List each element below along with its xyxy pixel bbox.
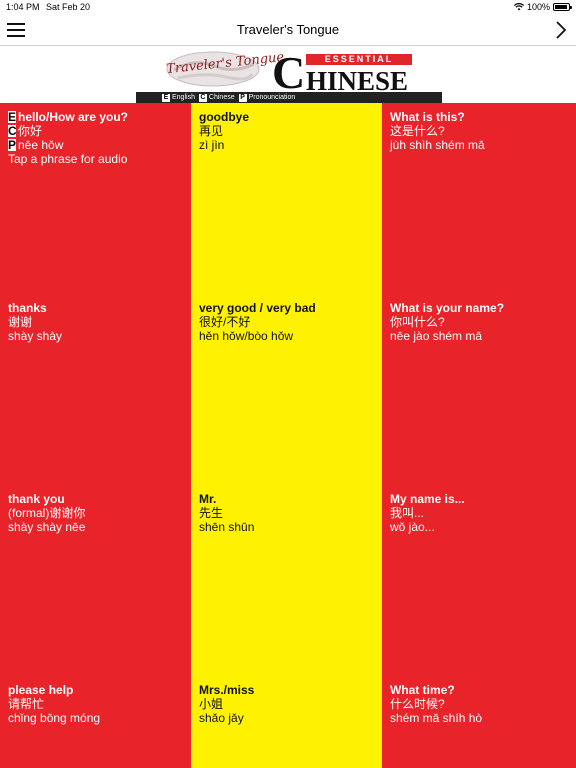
phrase-pronunciation: shǎo jǎy bbox=[199, 711, 244, 725]
phrase-chinese: 什么时候? bbox=[390, 697, 445, 711]
status-bar: 1:04 PM Sat Feb 20 100% bbox=[0, 0, 576, 14]
phrase-cell-hello[interactable]: Ehello/How are you? C你好 Pnēe hǒw Tap a p… bbox=[0, 103, 191, 294]
legend-label: Chinese bbox=[208, 94, 235, 101]
phrase-pronunciation: zì jìn bbox=[199, 138, 225, 152]
phrase-cell-please-help[interactable]: please help 请帮忙 chǐng bōng móng bbox=[0, 676, 191, 768]
legend-key: C bbox=[198, 94, 207, 102]
phrase-cell-my-name[interactable]: My name is... 我叫... wǒ jào... bbox=[382, 485, 576, 676]
pronunciation-key: P bbox=[8, 138, 17, 152]
phrase-english: thanks bbox=[8, 301, 47, 315]
phrase-pronunciation: wǒ jào... bbox=[390, 520, 435, 534]
phrase-english: very good / very bad bbox=[199, 301, 316, 315]
phrase-english: What is your name? bbox=[390, 301, 505, 315]
status-time: 1:04 PM bbox=[6, 2, 40, 12]
status-date: Sat Feb 20 bbox=[46, 2, 91, 12]
logo-essential: ESSENTIAL bbox=[306, 54, 412, 65]
phrase-cell-what-time[interactable]: What time? 什么时候? shém mā shíh hò bbox=[382, 676, 576, 768]
phrase-english: Mrs./miss bbox=[199, 683, 255, 697]
phrase-chinese: 我叫... bbox=[390, 506, 425, 520]
phrase-pronunciation: shày shày bbox=[8, 329, 63, 343]
phrase-grid: Ehello/How are you? C你好 Pnēe hǒw Tap a p… bbox=[0, 103, 576, 768]
page-title: Traveler's Tongue bbox=[236, 22, 340, 37]
phrase-cell-thanks[interactable]: thanks 谢谢 shày shày bbox=[0, 294, 191, 485]
phrase-cell-what-is-this[interactable]: What is this? 这是什么? jùh shìh shém mā bbox=[382, 103, 576, 294]
phrase-english: hello/How are you? bbox=[18, 110, 129, 124]
phrase-english: What is this? bbox=[390, 110, 465, 124]
phrase-cell-mrs-miss[interactable]: Mrs./miss 小姐 shǎo jǎy bbox=[191, 676, 382, 768]
phrase-cell-goodbye[interactable]: goodbye 再见 zì jìn bbox=[191, 103, 382, 294]
phrase-english: goodbye bbox=[199, 110, 249, 124]
phrase-chinese: (formal)谢谢你 bbox=[8, 506, 86, 520]
legend-bar: E English C Chinese P Pronounciation bbox=[136, 92, 442, 103]
phrase-english: please help bbox=[8, 683, 74, 697]
battery-icon bbox=[553, 3, 572, 11]
phrase-cell-mr[interactable]: Mr. 先生 shēn shūn bbox=[191, 485, 382, 676]
english-key: E bbox=[8, 110, 17, 124]
phrase-chinese: 谢谢 bbox=[8, 315, 33, 329]
phrase-english: My name is... bbox=[390, 492, 465, 506]
legend-key: E bbox=[162, 94, 170, 102]
phrase-pronunciation: nēe hǒw bbox=[18, 138, 64, 152]
phrase-english: What time? bbox=[390, 683, 455, 697]
phrase-chinese: 再见 bbox=[199, 124, 224, 138]
chevron-right-icon[interactable] bbox=[554, 20, 568, 40]
wifi-icon bbox=[513, 3, 524, 11]
legend-key: P bbox=[238, 94, 247, 102]
logo-big-c: C bbox=[272, 47, 306, 98]
phrase-cell-very-good[interactable]: very good / very bad 很好/不好 hěn hǒw/bòo h… bbox=[191, 294, 382, 485]
phrase-pronunciation: jùh shìh shém mā bbox=[390, 138, 485, 152]
phrase-chinese: 你好 bbox=[18, 124, 43, 138]
phrase-chinese: 你叫什么? bbox=[390, 315, 445, 329]
logo-hinese: HINESE bbox=[306, 66, 409, 96]
phrase-pronunciation: hěn hǒw/bòo hǒw bbox=[199, 329, 294, 343]
audio-hint: Tap a phrase for audio bbox=[8, 152, 128, 166]
phrase-cell-thank-you[interactable]: thank you (formal)谢谢你 shày shày nēe bbox=[0, 485, 191, 676]
phrase-chinese: 请帮忙 bbox=[8, 697, 45, 711]
chinese-key: C bbox=[8, 124, 17, 138]
phrase-cell-your-name[interactable]: What is your name? 你叫什么? nēe jào shém mā bbox=[382, 294, 576, 485]
phrase-chinese: 很好/不好 bbox=[199, 315, 251, 329]
status-right: 100% bbox=[513, 2, 572, 12]
phrase-pronunciation: shày shày nēe bbox=[8, 520, 86, 534]
legend-label: English bbox=[172, 94, 195, 101]
phrase-pronunciation: chǐng bōng móng bbox=[8, 711, 101, 725]
phrase-chinese: 这是什么? bbox=[390, 124, 445, 138]
phrase-english: Mr. bbox=[199, 492, 217, 506]
phrase-pronunciation: nēe jào shém mā bbox=[390, 329, 483, 343]
phrase-english: thank you bbox=[8, 492, 65, 506]
phrase-pronunciation: shēn shūn bbox=[199, 520, 255, 534]
banner-logo: Traveler's Tongue C ESSENTIAL HINESE E En… bbox=[136, 46, 442, 103]
battery-percent: 100% bbox=[526, 2, 550, 12]
phrase-chinese: 先生 bbox=[199, 506, 224, 520]
legend-label: Pronounciation bbox=[248, 94, 296, 101]
navigation-bar: Traveler's Tongue bbox=[0, 14, 576, 46]
phrase-chinese: 小姐 bbox=[199, 697, 224, 711]
phrase-pronunciation: shém mā shíh hò bbox=[390, 711, 483, 725]
